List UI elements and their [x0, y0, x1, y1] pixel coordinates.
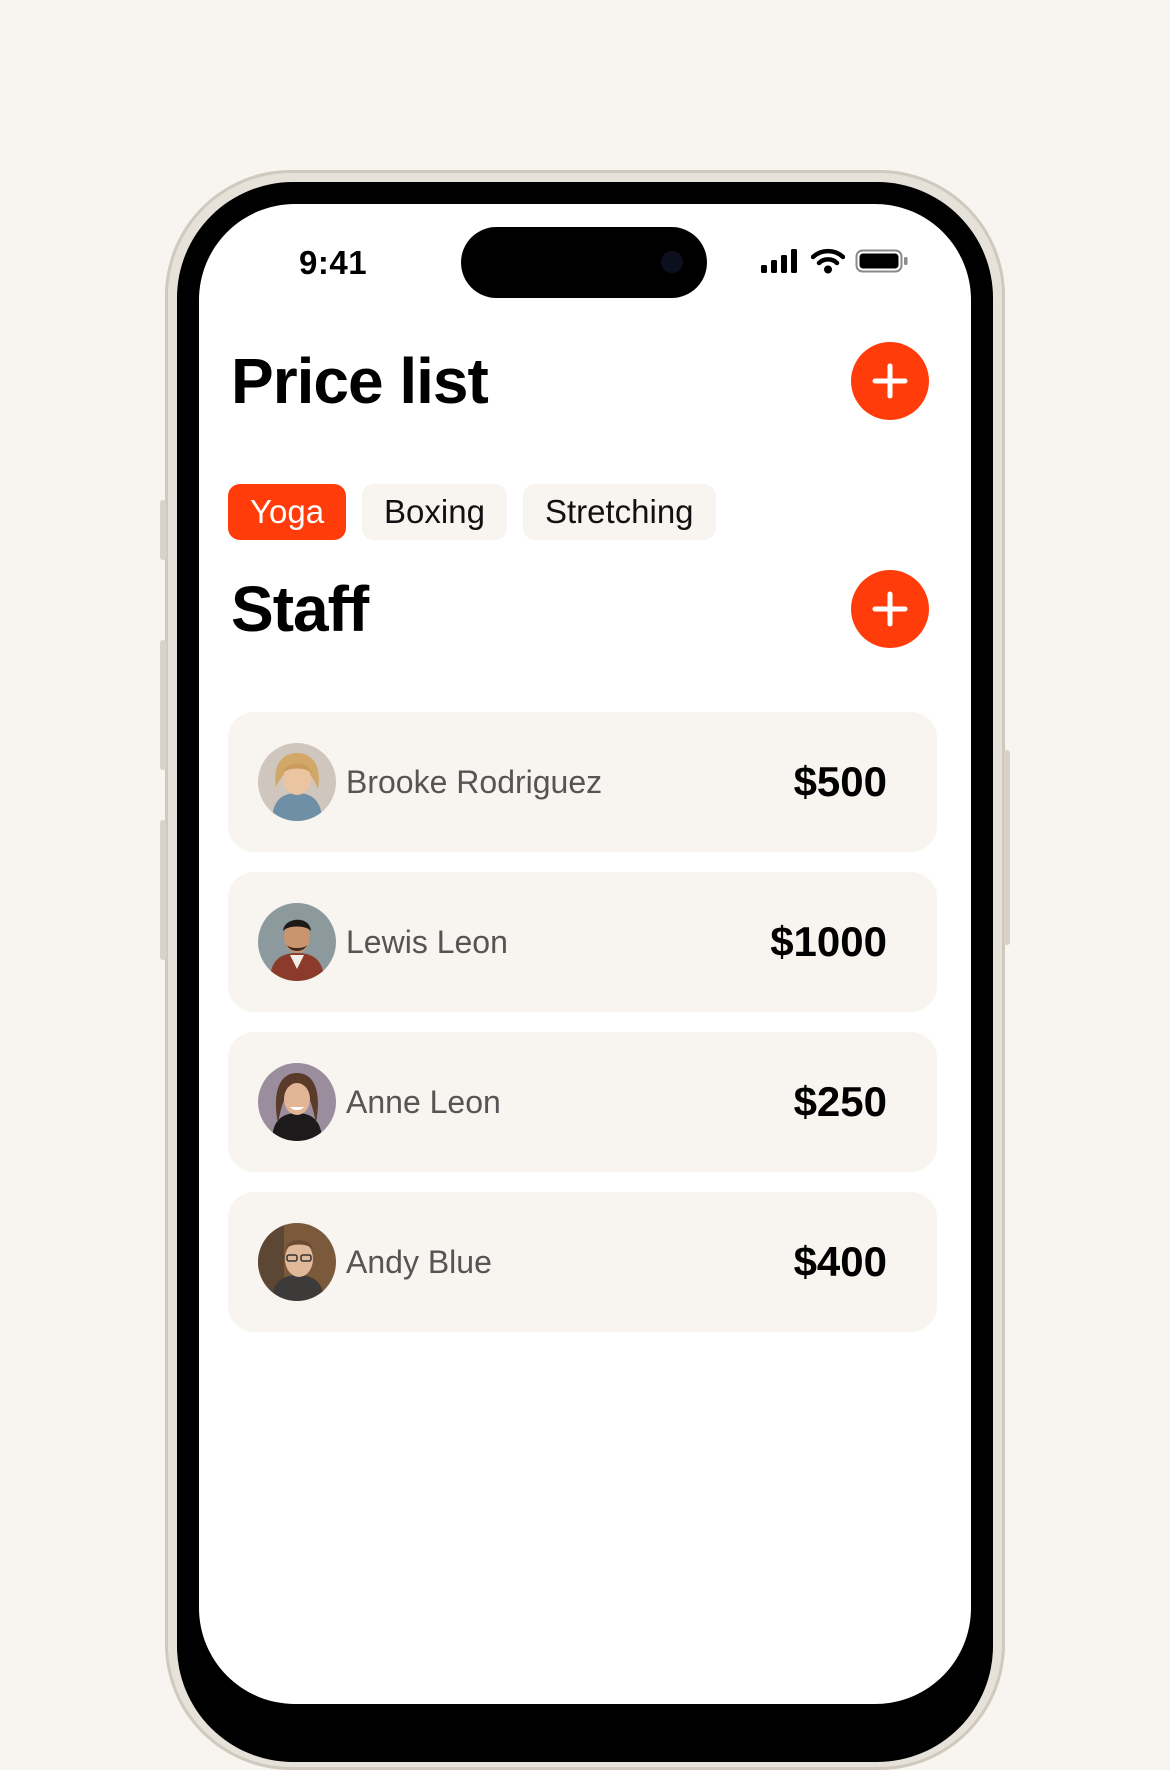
staff-card[interactable]: Brooke Rodriguez $500 [228, 712, 937, 852]
staff-title: Staff [231, 573, 369, 645]
staff-price: $1000 [770, 918, 887, 965]
avatar [258, 1063, 336, 1141]
category-tabs: Yoga Boxing Stretching [228, 484, 716, 540]
app-screen: 9:41 Price list Yoga Boxing Stretching S… [199, 204, 971, 1704]
dynamic-island [461, 227, 707, 298]
staff-card[interactable]: Lewis Leon $1000 [228, 872, 937, 1012]
staff-name: Brooke Rodriguez [346, 763, 603, 800]
avatar [258, 903, 336, 981]
staff-name: Anne Leon [346, 1083, 501, 1120]
tab-boxing[interactable]: Boxing [362, 484, 507, 540]
add-price-button[interactable] [851, 342, 929, 420]
staff-price: $500 [793, 758, 887, 805]
plus-icon [872, 591, 908, 627]
action-button [160, 500, 166, 560]
staff-price: $250 [793, 1078, 887, 1125]
tab-yoga[interactable]: Yoga [228, 484, 347, 540]
front-camera [661, 251, 683, 273]
add-staff-button[interactable] [851, 570, 929, 648]
staff-header: Staff [231, 570, 929, 648]
staff-name: Lewis Leon [346, 923, 508, 960]
staff-card[interactable]: Andy Blue $400 [228, 1192, 937, 1332]
staff-name: Andy Blue [346, 1243, 492, 1280]
price-list-header: Price list [231, 342, 929, 420]
price-list-title: Price list [231, 345, 489, 417]
power-button [1004, 750, 1010, 945]
staff-card[interactable]: Anne Leon $250 [228, 1032, 937, 1172]
volume-down-button [160, 820, 166, 960]
battery-icon [855, 249, 908, 273]
status-time: 9:41 [299, 244, 368, 281]
staff-price: $400 [793, 1238, 887, 1285]
plus-icon [872, 363, 908, 399]
volume-up-button [160, 640, 166, 770]
signal-icon [761, 249, 797, 273]
avatar [258, 743, 336, 821]
staff-list: Brooke Rodriguez $500 Lewis Leon $1000 A… [228, 712, 937, 1332]
avatar [258, 1223, 336, 1301]
wifi-icon [811, 248, 845, 274]
status-icons [761, 248, 909, 274]
tab-stretching[interactable]: Stretching [522, 484, 716, 540]
